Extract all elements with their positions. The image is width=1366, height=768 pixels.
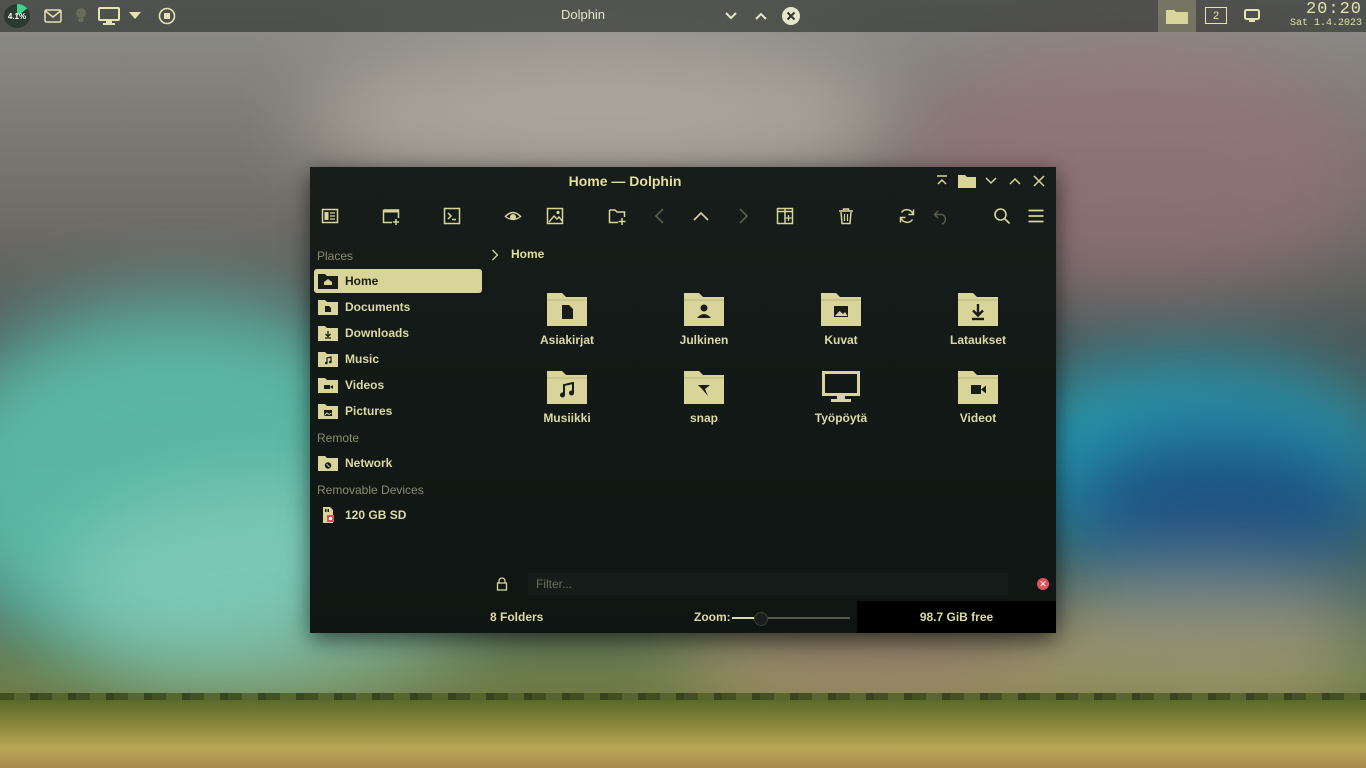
window-titlebar[interactable]: Home — Dolphin [310, 167, 1056, 195]
pictures-folder-icon [318, 403, 338, 419]
snap-folder-icon [682, 365, 726, 409]
sidebar-item-label: Videos [345, 378, 385, 392]
folder-item[interactable]: Kuvat [786, 287, 896, 359]
chevron-down-icon[interactable] [722, 4, 740, 28]
zoom-label: Zoom: [694, 610, 731, 624]
clock-date: Sat 1.4.2023 [1289, 18, 1362, 29]
chevron-up-icon[interactable] [752, 4, 770, 28]
back-arrow-icon[interactable] [646, 203, 674, 229]
item-name: Työpöytä [814, 411, 868, 425]
folder-item[interactable]: Julkinen [649, 287, 759, 359]
folder-item[interactable]: Musiikki [512, 365, 622, 437]
virtual-desktop-pager[interactable]: 2 [1205, 7, 1227, 24]
screen-icon[interactable] [1242, 4, 1262, 28]
clock[interactable]: 20:20 Sat 1.4.2023 [1290, 1, 1362, 29]
network-folder-icon [318, 455, 338, 471]
sidebar-item-documents[interactable]: Documents [314, 295, 482, 319]
sd-card-icon [318, 507, 338, 523]
breadcrumb[interactable]: Home [511, 247, 544, 261]
item-name: snap [689, 411, 718, 425]
folder-item[interactable]: Videot [923, 365, 1033, 437]
minimize-icon[interactable] [981, 171, 1001, 191]
sidebar-item-label: 120 GB SD [345, 508, 407, 522]
sidebar-item-label: Music [345, 352, 380, 366]
preview-eye-icon[interactable] [499, 203, 527, 229]
up-arrow-icon[interactable] [687, 203, 715, 229]
new-folder-icon[interactable] [603, 203, 631, 229]
image-preview-icon[interactable] [541, 203, 569, 229]
folder-item[interactable]: snap [649, 365, 759, 437]
downloads-folder-icon [956, 287, 1000, 331]
toolbar [310, 197, 1056, 235]
active-window-title: Dolphin [560, 7, 606, 22]
close-icon[interactable] [781, 4, 801, 28]
item-name: Julkinen [679, 333, 729, 347]
lock-icon[interactable] [494, 576, 510, 592]
item-name: Kuvat [824, 333, 858, 347]
terminal-icon[interactable] [438, 203, 466, 229]
sidebar-item-pictures[interactable]: Pictures [314, 399, 482, 423]
videos-folder-icon [956, 365, 1000, 409]
folder-icon [1166, 10, 1188, 24]
forward-arrow-icon[interactable] [729, 203, 757, 229]
refresh-icon[interactable] [893, 203, 921, 229]
split-view-icon[interactable] [771, 203, 799, 229]
sidebar-item-label: Documents [345, 300, 411, 314]
videos-folder-icon [318, 377, 338, 393]
top-panel: 4.1% Dolphin 2 20:20 Sat 1.4.2023 [0, 0, 1366, 32]
places-heading: Places [317, 249, 354, 263]
undo-icon[interactable] [927, 203, 955, 229]
window-title: Home — Dolphin [568, 173, 682, 189]
sidebar-item-sd-card[interactable]: 120 GB SD [314, 503, 482, 527]
dolphin-window: Home — Dolphin Places Home Documents Dow… [310, 167, 1056, 633]
remote-heading: Remote [317, 431, 360, 445]
item-name: Lataukset [949, 333, 1007, 347]
zoom-slider-handle[interactable] [754, 612, 769, 626]
filter-input[interactable] [528, 573, 1008, 595]
sidebar-item-label: Downloads [345, 326, 410, 340]
search-icon[interactable] [988, 203, 1016, 229]
maximize-icon[interactable] [1005, 171, 1025, 191]
documents-folder-icon [545, 287, 589, 331]
zoom-slider[interactable] [732, 612, 850, 626]
pictures-folder-icon [819, 287, 863, 331]
chevron-right-icon[interactable] [488, 247, 502, 263]
clear-filter-icon[interactable]: ✕ [1037, 578, 1049, 590]
folder-item[interactable]: Lataukset [923, 287, 1033, 359]
free-space-indicator[interactable]: 98.7 GiB free [857, 601, 1056, 633]
trash-icon[interactable] [832, 203, 860, 229]
downloads-folder-icon [318, 325, 338, 341]
places-panel-icon[interactable] [316, 203, 344, 229]
sidebar-item-videos[interactable]: Videos [314, 373, 482, 397]
app-folder-icon[interactable] [956, 171, 978, 191]
hamburger-menu-icon[interactable] [1022, 203, 1050, 229]
documents-folder-icon [318, 299, 338, 315]
removable-devices-heading: Removable Devices [317, 483, 424, 497]
new-tab-icon[interactable] [377, 203, 405, 229]
close-icon[interactable] [1029, 171, 1049, 191]
folder-count: 8 Folders [490, 610, 544, 624]
music-folder-icon [545, 365, 589, 409]
folder-item[interactable]: Työpöytä [786, 365, 896, 437]
sidebar-item-label: Home [345, 274, 379, 288]
sidebar-item-label: Network [345, 456, 393, 470]
sidebar-item-label: Pictures [345, 404, 393, 418]
taskbar-dolphin-task[interactable] [1158, 0, 1196, 32]
sidebar-item-home[interactable]: Home [314, 269, 482, 293]
music-folder-icon [318, 351, 338, 367]
clock-time: 20:20 [1305, 0, 1362, 19]
item-name: Videot [959, 411, 997, 425]
keep-above-icon[interactable] [932, 171, 952, 191]
desktop-monitor-icon [819, 365, 863, 409]
item-name: Asiakirjat [539, 333, 595, 347]
item-name: Musiikki [543, 411, 591, 425]
sidebar-item-downloads[interactable]: Downloads [314, 321, 482, 345]
sidebar-item-music[interactable]: Music [314, 347, 482, 371]
public-folder-icon [682, 287, 726, 331]
sidebar-item-network[interactable]: Network [314, 451, 482, 475]
folder-item[interactable]: Asiakirjat [512, 287, 622, 359]
home-folder-icon [318, 273, 338, 289]
